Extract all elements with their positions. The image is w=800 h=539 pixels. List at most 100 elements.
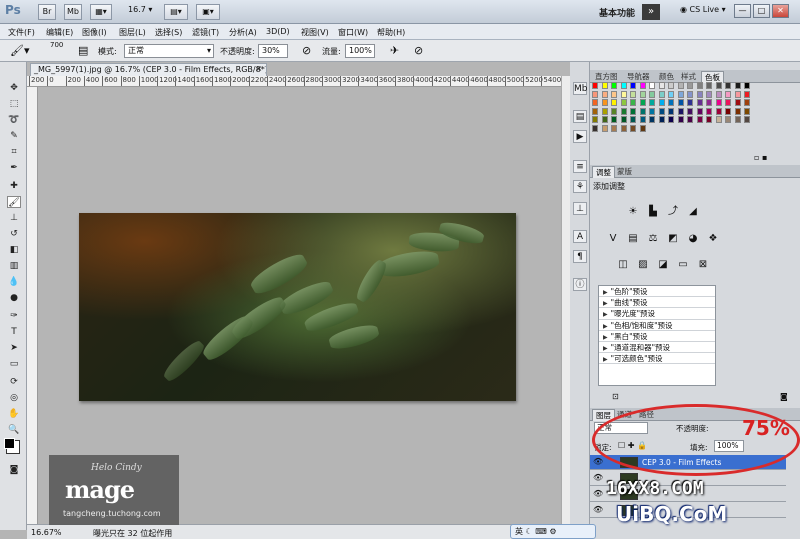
swatch[interactable] <box>611 124 617 132</box>
swatch[interactable] <box>706 90 712 98</box>
opacity-input[interactable]: 30% <box>258 44 288 58</box>
swatch[interactable] <box>734 82 741 89</box>
eraser-tool-icon[interactable]: ◧ <box>7 244 21 256</box>
document-tab[interactable]: _MG_5997(1).jpg @ 16.7% (CEP 3.0 - Film … <box>30 63 267 76</box>
swatch[interactable] <box>611 82 617 89</box>
swatch[interactable] <box>611 90 617 98</box>
info-panel-icon[interactable]: ⓘ <box>573 278 587 291</box>
swatch[interactable] <box>715 99 722 106</box>
mode-select[interactable]: 正常 ▾ <box>124 44 214 58</box>
swatch[interactable] <box>639 99 646 106</box>
foreground-background-color-icon[interactable] <box>4 438 20 454</box>
status-zoom[interactable]: 16.67% <box>31 528 62 537</box>
arrange-documents-button[interactable]: ▤▾ <box>164 4 188 20</box>
swatch[interactable] <box>668 99 674 106</box>
cslive-button[interactable]: ◉ CS Live ▾ <box>680 5 726 14</box>
swatch[interactable] <box>592 116 598 123</box>
swatch[interactable] <box>630 82 636 89</box>
swatch[interactable] <box>677 107 684 115</box>
swatch[interactable] <box>601 107 608 115</box>
menu-view[interactable]: 视图(V) <box>301 27 329 38</box>
exposure-icon[interactable]: ◢ <box>686 205 700 219</box>
airbrush-icon[interactable]: ✈ <box>390 44 399 57</box>
swatch[interactable] <box>639 116 646 123</box>
menu-help[interactable]: 帮助(H) <box>377 27 405 38</box>
type-tool-icon[interactable]: T <box>7 326 21 338</box>
swatch[interactable] <box>734 90 741 98</box>
preset-item[interactable]: "黑白"预设 <box>599 331 715 342</box>
swatch[interactable] <box>677 90 684 98</box>
swatch[interactable] <box>601 124 608 132</box>
history-brush-tool-icon[interactable]: ↺ <box>7 228 21 240</box>
swatch[interactable] <box>620 116 627 123</box>
swatch[interactable] <box>630 107 636 115</box>
dodge-tool-icon[interactable]: ● <box>7 292 21 304</box>
preset-item[interactable]: "曲线"预设 <box>599 297 715 309</box>
swatch[interactable] <box>630 90 636 98</box>
swatch[interactable] <box>611 107 617 115</box>
swatch[interactable] <box>620 90 627 98</box>
brush-panel-icon[interactable]: ▤ <box>78 44 88 57</box>
minibridge-panel-icon[interactable]: Mb <box>573 82 587 95</box>
vertical-scrollbar[interactable] <box>561 76 570 524</box>
swatch[interactable] <box>620 124 627 132</box>
paragraph-panel-icon[interactable]: ¶ <box>573 250 587 263</box>
zoom-tool-icon[interactable]: 🔍 <box>7 424 21 436</box>
move-tool-icon[interactable]: ✥ <box>7 82 21 94</box>
swatch[interactable] <box>744 82 750 89</box>
swatch-actions[interactable]: ▫ ▪ <box>754 153 767 162</box>
swatch[interactable] <box>725 99 731 106</box>
gradient-map-icon[interactable]: ▭ <box>676 258 690 272</box>
swatch[interactable] <box>734 107 741 115</box>
swatch[interactable] <box>630 99 636 106</box>
swatch[interactable] <box>715 116 722 123</box>
brush-tool-icon-active[interactable]: 🖌 <box>7 196 21 208</box>
swatch[interactable] <box>696 99 703 106</box>
swatch[interactable] <box>601 116 608 123</box>
swatch[interactable] <box>649 107 655 115</box>
swatch[interactable] <box>649 90 655 98</box>
swatch[interactable] <box>744 99 750 106</box>
close-document-icon[interactable]: × <box>254 64 264 74</box>
close-window-button[interactable]: ✕ <box>772 4 789 18</box>
swatch[interactable] <box>620 107 627 115</box>
swatch[interactable] <box>592 124 598 132</box>
swatch[interactable] <box>677 99 684 106</box>
adjustment-mask-icon[interactable]: ◙ <box>780 392 788 401</box>
brush-presets-icon[interactable]: ≡ <box>573 160 587 173</box>
channel-mixer-icon[interactable]: ❖ <box>706 232 720 246</box>
zoom-level-select[interactable]: 16.7 ▾ <box>128 5 152 14</box>
clone-stamp-tool-icon[interactable]: ⊥ <box>7 212 21 224</box>
menu-analysis[interactable]: 分析(A) <box>229 27 257 38</box>
swatch[interactable] <box>696 82 703 89</box>
color-balance-icon[interactable]: ⚖ <box>646 232 660 246</box>
swatch[interactable] <box>687 90 693 98</box>
menu-edit[interactable]: 编辑(E) <box>46 27 73 38</box>
swatch[interactable] <box>725 82 731 89</box>
swatch[interactable] <box>639 124 646 132</box>
marquee-tool-icon[interactable]: ⬚ <box>7 98 21 110</box>
swatch[interactable] <box>696 90 703 98</box>
eye-icon[interactable]: 👁 <box>593 490 603 498</box>
swatch[interactable] <box>696 107 703 115</box>
brightness-icon[interactable]: ☀ <box>626 205 640 219</box>
swatch[interactable] <box>725 107 731 115</box>
hand-tool-icon[interactable]: ✋ <box>7 408 21 420</box>
flow-input[interactable]: 100% <box>345 44 375 58</box>
swatch[interactable] <box>734 116 741 123</box>
brush-tool-icon[interactable]: 🖌▾ <box>10 44 30 57</box>
invert-icon[interactable]: ◫ <box>616 258 630 272</box>
minibridge-button[interactable]: Mb <box>64 4 82 20</box>
pen-tool-icon[interactable]: ✑ <box>7 310 21 322</box>
swatch[interactable] <box>744 107 750 115</box>
swatch[interactable] <box>706 116 712 123</box>
tab-adjustments[interactable]: 调整 <box>592 166 615 178</box>
swatch[interactable] <box>592 82 598 89</box>
black-white-icon[interactable]: ◩ <box>666 232 680 246</box>
menu-3d[interactable]: 3D(D) <box>266 27 290 36</box>
swatch[interactable] <box>611 116 617 123</box>
swatch[interactable] <box>658 90 665 98</box>
workspace-switch-button[interactable]: » <box>642 4 660 20</box>
preset-item[interactable]: "可选颜色"预设 <box>599 353 715 365</box>
threshold-icon[interactable]: ◪ <box>656 258 670 272</box>
